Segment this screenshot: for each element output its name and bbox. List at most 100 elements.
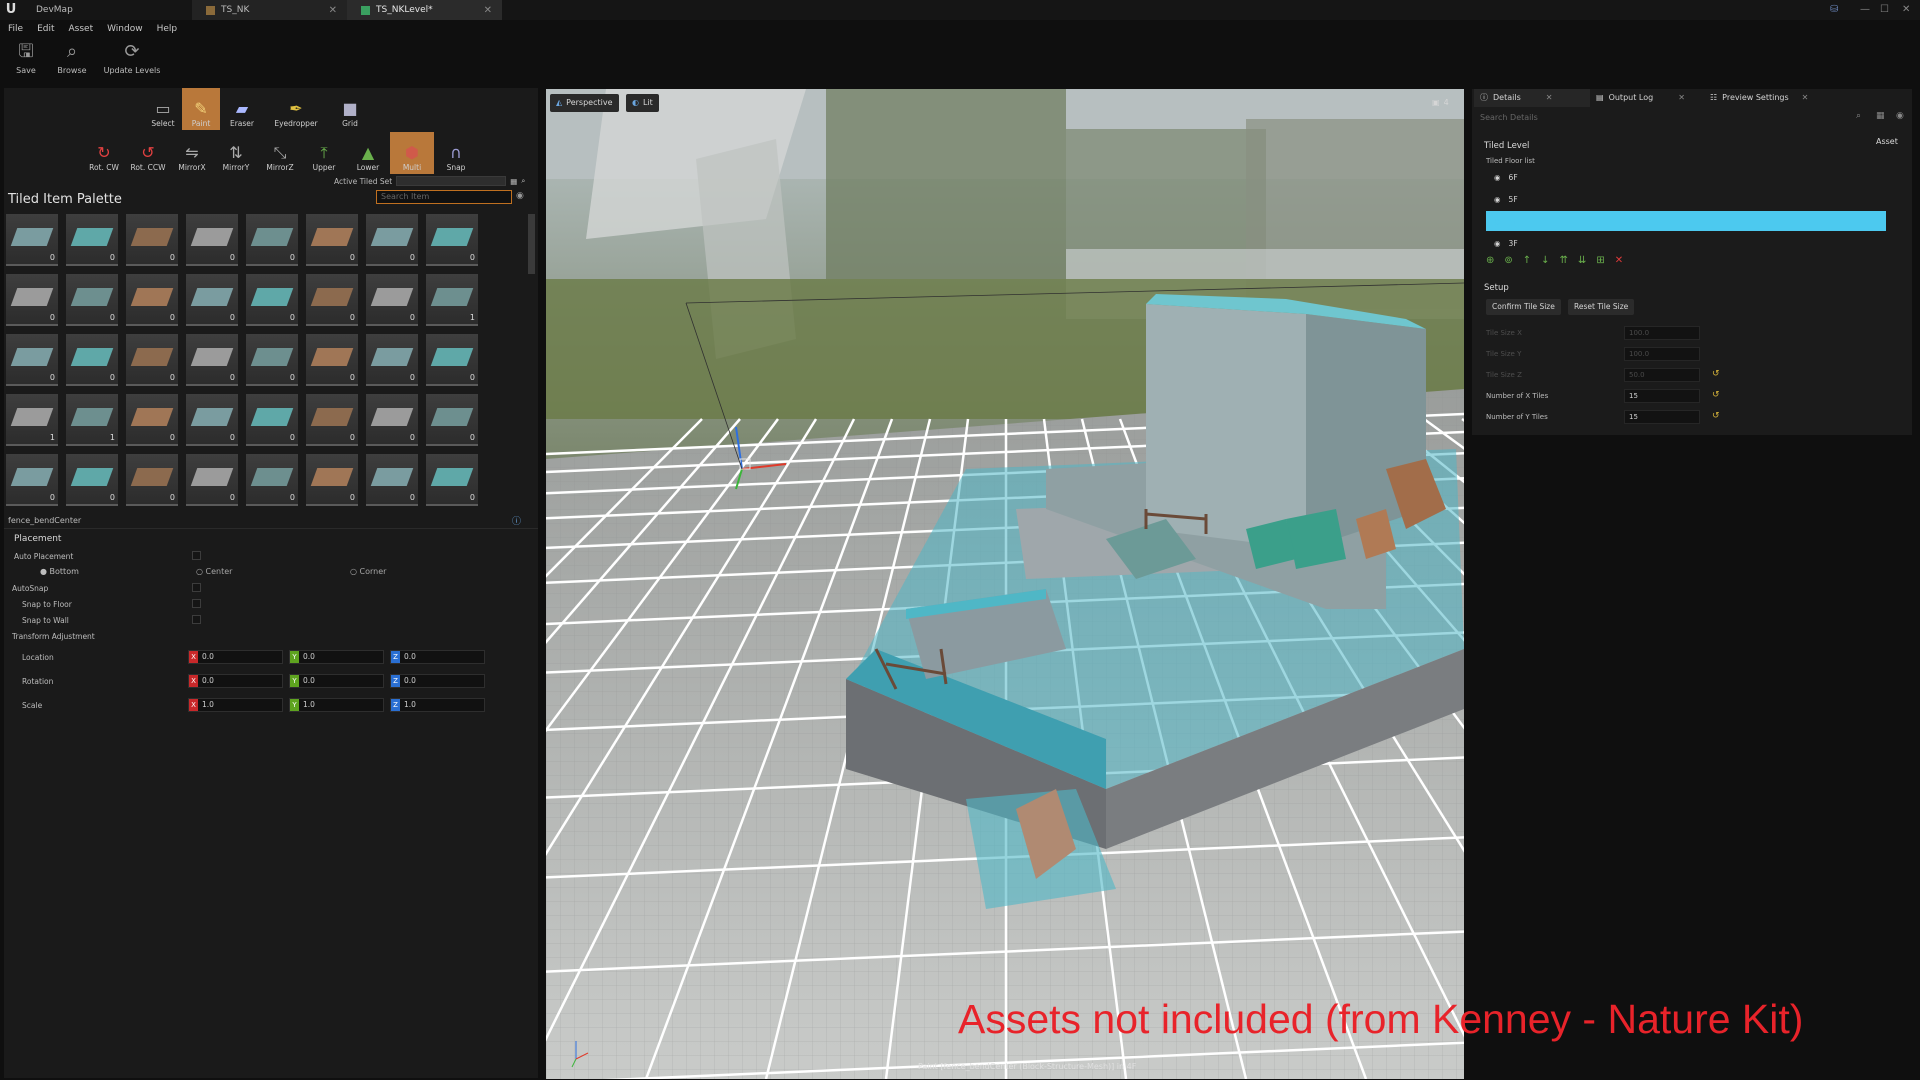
arrow-up-icon[interactable]: ↑ [1523,255,1531,266]
tile-thumbnail[interactable]: 0 [306,394,358,446]
merge-icon[interactable]: ⊞ [1596,255,1604,266]
tile-thumbnail[interactable]: 0 [306,274,358,326]
reset-icon[interactable]: ↺ [1712,390,1720,400]
perspective-button[interactable]: ◭ Perspective [550,94,619,112]
select-mode-button[interactable]: ▭ Select [144,88,182,130]
tile-thumbnail[interactable]: 0 [186,394,238,446]
tile-thumbnail[interactable]: 0 [186,334,238,386]
save-button[interactable]: 🖫 Save [8,40,44,84]
tile-thumbnail[interactable]: 0 [6,334,58,386]
reset-icon[interactable]: ↺ [1712,411,1720,421]
reset-icon[interactable]: ↺ [1712,369,1720,379]
paint-mode-button[interactable]: ✎ Paint [182,88,220,130]
tile-thumbnail[interactable]: 0 [246,394,298,446]
tab-ts-nk[interactable]: TS_NK ✕ [192,0,347,20]
tile-thumbnail[interactable]: 0 [366,274,418,326]
tile-thumbnail[interactable]: 0 [246,274,298,326]
reset-tile-size-button[interactable]: Reset Tile Size [1568,299,1635,315]
floor-item-3f[interactable]: ◉ 3F [1486,233,1886,253]
search-icon[interactable]: ⌕ [521,176,525,186]
tile-thumbnail[interactable]: 0 [66,274,118,326]
search-item-input[interactable]: Search Item [376,190,512,204]
tile-thumbnail[interactable]: 0 [306,454,358,506]
rotation-y-field[interactable]: Y 0.0 [289,674,384,688]
active-tiled-set-field[interactable] [396,176,507,186]
location-z-field[interactable]: Z 0.0 [390,650,485,664]
tile-thumbnail[interactable]: 0 [186,274,238,326]
palette-scrollbar[interactable] [528,214,535,274]
menu-help[interactable]: Help [157,24,178,34]
tile-thumbnail[interactable]: 1 [6,394,58,446]
snap-button[interactable]: ∩ Snap [434,132,478,174]
tile-thumbnail[interactable]: 0 [366,454,418,506]
eye-icon[interactable]: ◉ [1494,173,1501,182]
source-control-icon[interactable]: ⛁ [1830,0,1838,20]
tab-preview-settings[interactable]: ☷ Preview Settings ✕ [1704,89,1834,107]
eye-icon[interactable]: ◉ [1494,217,1501,226]
viewport-scene[interactable] [546,89,1464,1079]
lower-button[interactable]: ▲ Lower [346,132,390,174]
tile-thumbnail[interactable]: 0 [186,214,238,266]
lit-button[interactable]: ◐ Lit [626,94,659,112]
tile-thumbnail[interactable]: 0 [126,394,178,446]
rotate-cw-button[interactable]: ↻ Rot. CW [82,132,126,174]
mirror-x-button[interactable]: ⇋ MirrorX [170,132,214,174]
close-icon[interactable]: ✕ [1802,89,1809,107]
tile-thumbnail[interactable]: 0 [186,454,238,506]
num-y-tiles-field[interactable]: 15 [1624,410,1700,424]
tile-thumbnail[interactable]: 0 [246,214,298,266]
tab-output-log[interactable]: ▤ Output Log ✕ [1590,89,1704,107]
grid-view-icon[interactable]: ▦ [510,177,517,186]
tile-thumbnail[interactable]: 0 [66,454,118,506]
menu-edit[interactable]: Edit [37,24,54,34]
browse-button[interactable]: ⌕ Browse [54,40,90,84]
tile-thumbnail[interactable]: 0 [426,394,478,446]
floor-item-6f[interactable]: ◉ 6F [1486,167,1886,187]
minimize-icon[interactable]: — [1860,0,1870,20]
mirror-y-button[interactable]: ⇅ MirrorY [214,132,258,174]
delete-icon[interactable]: ✕ [1615,255,1623,266]
tile-thumbnail[interactable]: 0 [426,334,478,386]
snap-floor-checkbox[interactable] [192,599,201,608]
tab-details[interactable]: ⓘ Details ✕ [1474,89,1590,107]
location-x-field[interactable]: X 0.0 [188,650,283,664]
auto-placement-checkbox[interactable] [192,551,201,560]
tile-size-z-field[interactable]: 50.0 [1624,368,1700,382]
center-radio[interactable]: ○ Center [196,567,232,576]
menu-asset[interactable]: Asset [69,24,94,34]
eye-icon[interactable]: ◉ [1494,195,1501,204]
move-bottom-icon[interactable]: ⇊ [1578,255,1586,266]
floor-item-4f[interactable]: ◉ 4F [1486,211,1886,231]
tile-thumbnail[interactable]: 0 [6,454,58,506]
rotation-x-field[interactable]: X 0.0 [188,674,283,688]
floor-item-5f[interactable]: ◉ 5F [1486,189,1886,209]
rotate-ccw-button[interactable]: ↺ Rot. CCW [126,132,170,174]
scale-y-field[interactable]: Y 1.0 [289,698,384,712]
menu-file[interactable]: File [8,24,23,34]
tile-thumbnail[interactable]: 0 [126,214,178,266]
corner-radio[interactable]: ○ Corner [350,567,386,576]
upper-button[interactable]: ⤒ Upper [302,132,346,174]
num-x-tiles-field[interactable]: 15 [1624,389,1700,403]
tile-thumbnail[interactable]: 0 [366,394,418,446]
tile-size-x-field[interactable]: 100.0 [1624,326,1700,340]
info-icon[interactable]: ⓘ [512,514,521,527]
window-close-icon[interactable]: ✕ [1902,0,1910,20]
tile-thumbnail[interactable]: 0 [366,334,418,386]
tile-thumbnail[interactable]: 0 [426,454,478,506]
move-top-icon[interactable]: ⇈ [1560,255,1568,266]
close-icon[interactable]: ✕ [1678,89,1685,107]
search-details-input[interactable]: Search Details [1476,111,1856,125]
close-icon[interactable]: ✕ [1546,89,1553,107]
tile-thumbnail[interactable]: 0 [306,334,358,386]
tile-thumbnail[interactable]: 0 [6,274,58,326]
level-viewport[interactable]: ◭ Perspective ◐ Lit ▣ 4 [546,89,1464,1079]
snap-wall-checkbox[interactable] [192,615,201,624]
multi-button[interactable]: ⬢ Multi [390,132,434,174]
close-icon[interactable]: ✕ [329,5,337,16]
confirm-tile-size-button[interactable]: Confirm Tile Size [1486,299,1561,315]
tile-thumbnail[interactable]: 0 [426,214,478,266]
search-icon[interactable]: ⌕ [1856,111,1861,121]
scale-x-field[interactable]: X 1.0 [188,698,283,712]
bottom-radio[interactable]: ● Bottom [40,567,79,576]
